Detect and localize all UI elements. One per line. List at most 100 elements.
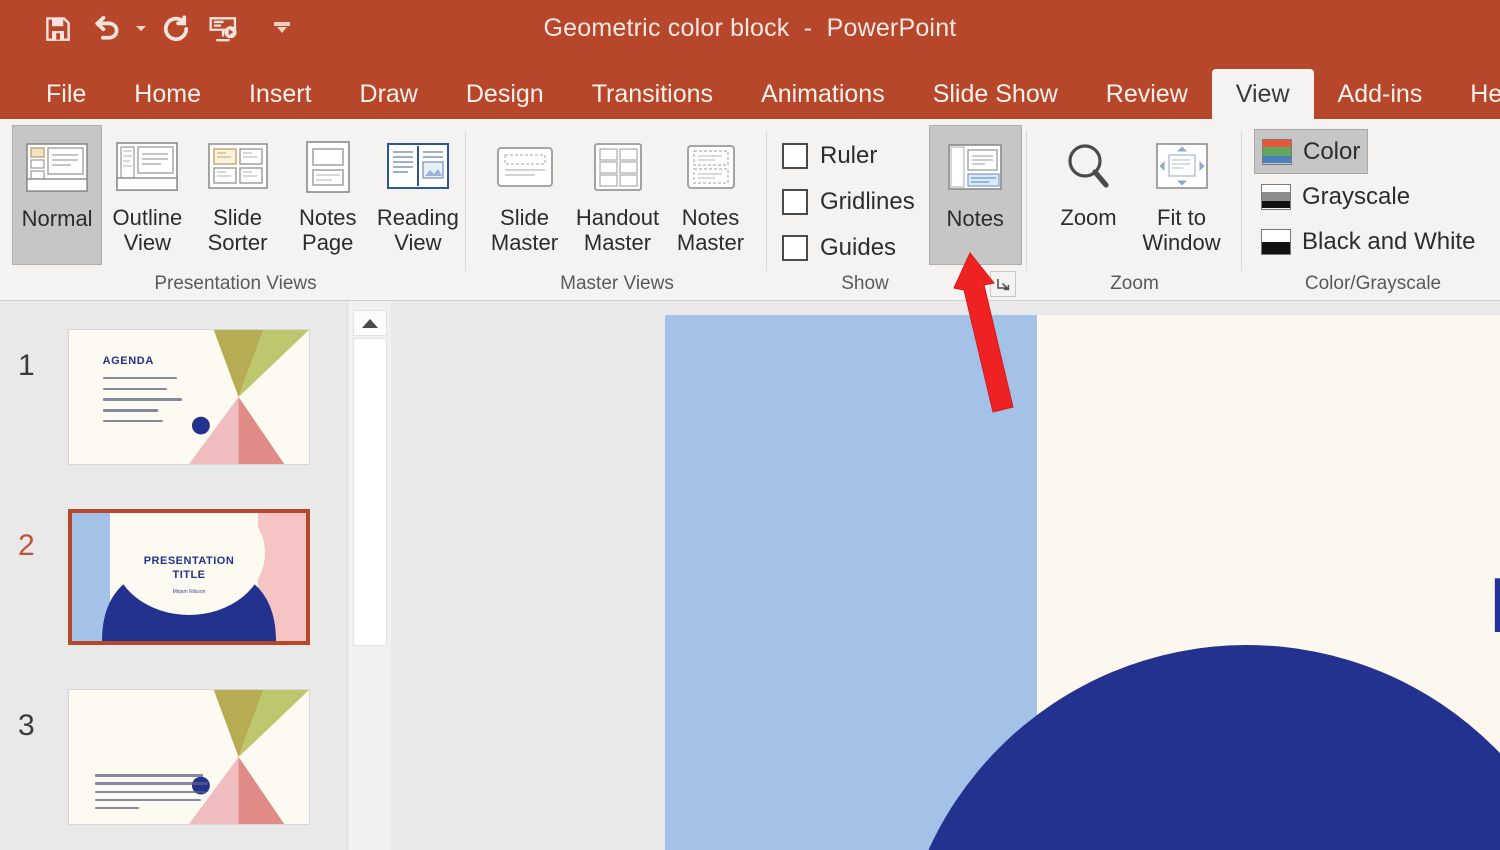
start-from-beginning-icon[interactable] [200, 6, 248, 52]
current-slide[interactable]: PRESENT TITL Mirjam Ni [665, 315, 1500, 850]
redo-icon[interactable] [152, 6, 200, 52]
slide-thumbnail-2[interactable]: PRESENTATION TITLE Mirjam Nilsson [68, 509, 310, 645]
fit-to-window-label: Fit to Window [1142, 205, 1221, 255]
color-grayscale-group-label: Color/Grayscale [1304, 273, 1442, 294]
black-and-white-swatch-icon [1261, 228, 1291, 255]
slide-master-label: Slide Master [490, 205, 559, 255]
zoom-magnifier-icon [1052, 132, 1126, 204]
slide-1-title: AGENDA [102, 355, 154, 368]
guides-checkbox-item[interactable]: Guides [782, 225, 915, 271]
ribbon-group-show: Ruler Gridlines Guides Notes Show [772, 119, 1022, 301]
undo-dropdown-icon[interactable] [130, 6, 152, 52]
gridlines-checkbox[interactable] [782, 189, 808, 215]
ruler-checkbox[interactable] [782, 143, 808, 169]
slide-title-text[interactable]: PRESENT TITL [1145, 564, 1500, 727]
ribbon-group-divider [1241, 131, 1242, 271]
outline-view-button[interactable]: Outline View [102, 125, 192, 265]
notes-page-icon [291, 132, 365, 204]
color-option-label: Color [1303, 137, 1361, 165]
slide-3-text-line [95, 782, 209, 785]
slide-3-text-line [95, 806, 139, 810]
tab-help[interactable]: Hel [1446, 69, 1500, 119]
slide-master-button[interactable]: Slide Master [478, 125, 571, 265]
tab-home[interactable]: Home [110, 69, 225, 119]
slide-3-text-line [95, 790, 206, 793]
ruler-checkbox-item[interactable]: Ruler [782, 133, 915, 179]
slide-number-1: 1 [18, 349, 35, 382]
ribbon-tab-strip: File Home Insert Draw Design Transitions… [0, 57, 1500, 119]
notes-icon [938, 133, 1012, 205]
show-dialog-launcher[interactable] [990, 271, 1016, 297]
reading-view-button[interactable]: Reading View [373, 125, 463, 265]
ribbon: Normal Outline View Slide Sorter Notes P… [0, 119, 1500, 301]
zoom-label: Zoom [1060, 205, 1117, 230]
gridlines-checkbox-item[interactable]: Gridlines [782, 179, 915, 225]
tab-slide-show[interactable]: Slide Show [909, 69, 1082, 119]
guides-checkbox[interactable] [782, 235, 808, 261]
slide-3-text-line [95, 774, 204, 777]
notes-page-button[interactable]: Notes Page [283, 125, 373, 265]
zoom-group-label: Zoom [1110, 273, 1159, 294]
tab-view[interactable]: View [1211, 69, 1314, 119]
undo-icon[interactable] [82, 6, 130, 52]
ruler-label: Ruler [820, 142, 878, 169]
slide-number-2: 2 [18, 529, 35, 562]
normal-view-icon [20, 133, 94, 205]
tab-file[interactable]: File [22, 69, 110, 119]
outline-view-icon [110, 132, 184, 204]
notes-master-button[interactable]: Notes Master [664, 125, 757, 265]
slide-thumbnail-3[interactable] [68, 689, 310, 825]
notes-page-label: Notes Page [298, 205, 357, 255]
black-and-white-option[interactable]: Black and White [1254, 219, 1482, 264]
tab-transitions[interactable]: Transitions [568, 69, 737, 119]
grayscale-swatch-icon [1261, 183, 1291, 210]
normal-view-button[interactable]: Normal [12, 125, 103, 265]
tab-draw[interactable]: Draw [336, 69, 442, 119]
black-and-white-option-label: Black and White [1302, 227, 1476, 255]
guides-label: Guides [820, 234, 897, 261]
grayscale-option[interactable]: Grayscale [1254, 174, 1417, 219]
slide-2-author: Mirjam Nilsson [172, 588, 206, 595]
zoom-button[interactable]: Zoom [1042, 125, 1135, 265]
handout-master-button[interactable]: Handout Master [571, 125, 664, 265]
tab-add-ins[interactable]: Add-ins [1314, 69, 1447, 119]
color-option[interactable]: Color [1254, 129, 1369, 174]
tab-animations[interactable]: Animations [737, 69, 909, 119]
slide-editing-stage[interactable]: PRESENT TITL Mirjam Ni [391, 301, 1500, 850]
customize-quick-access-toolbar-icon[interactable] [262, 6, 302, 52]
tab-design[interactable]: Design [442, 69, 568, 119]
grayscale-option-label: Grayscale [1302, 182, 1411, 210]
reading-view-icon [381, 132, 455, 204]
reading-view-label: Reading View [376, 205, 459, 255]
ribbon-group-divider [1026, 131, 1027, 271]
notes-button[interactable]: Notes [928, 125, 1022, 265]
show-group-label: Show [841, 273, 889, 294]
slide-author-text[interactable]: Mirjam Ni [1145, 770, 1500, 825]
ribbon-group-divider [465, 131, 466, 271]
gridlines-label: Gridlines [820, 188, 915, 215]
ribbon-group-zoom: Zoom Fit to Window Zoom [1032, 119, 1237, 301]
app-name-text: PowerPoint [826, 14, 957, 42]
slide-1-text-line [102, 419, 163, 423]
thumbnail-scrollbar[interactable] [347, 301, 391, 850]
save-icon[interactable] [34, 6, 82, 52]
slide-thumbnail-1[interactable]: AGENDA [68, 329, 310, 465]
slide-thumbnail-pane[interactable]: 1 AGENDA 2 PRESENTATION TITLE Mirjam Nil… [0, 301, 345, 850]
presentation-views-group-label: Presentation Views [154, 273, 317, 294]
ribbon-group-master-views: Slide Master Handout Master Notes Master… [472, 119, 762, 301]
slide-sorter-button[interactable]: Slide Sorter [192, 125, 282, 265]
master-views-group-label: Master Views [560, 273, 674, 294]
fit-to-window-button[interactable]: Fit to Window [1135, 125, 1228, 265]
ribbon-group-divider [766, 131, 767, 271]
slide-3-artwork [69, 690, 309, 824]
color-swatch-icon [1262, 138, 1292, 165]
document-title-text: Geometric color block [543, 14, 790, 42]
tab-insert[interactable]: Insert [225, 69, 336, 119]
scrollbar-thumb[interactable] [353, 338, 387, 646]
slide-master-icon [488, 132, 562, 204]
ribbon-group-presentation-views: Normal Outline View Slide Sorter Notes P… [8, 119, 463, 301]
slide-2-title: PRESENTATION TITLE [143, 555, 235, 581]
tab-review[interactable]: Review [1082, 69, 1212, 119]
slide-sorter-icon [201, 132, 275, 204]
scroll-up-arrow-icon[interactable] [353, 310, 387, 336]
